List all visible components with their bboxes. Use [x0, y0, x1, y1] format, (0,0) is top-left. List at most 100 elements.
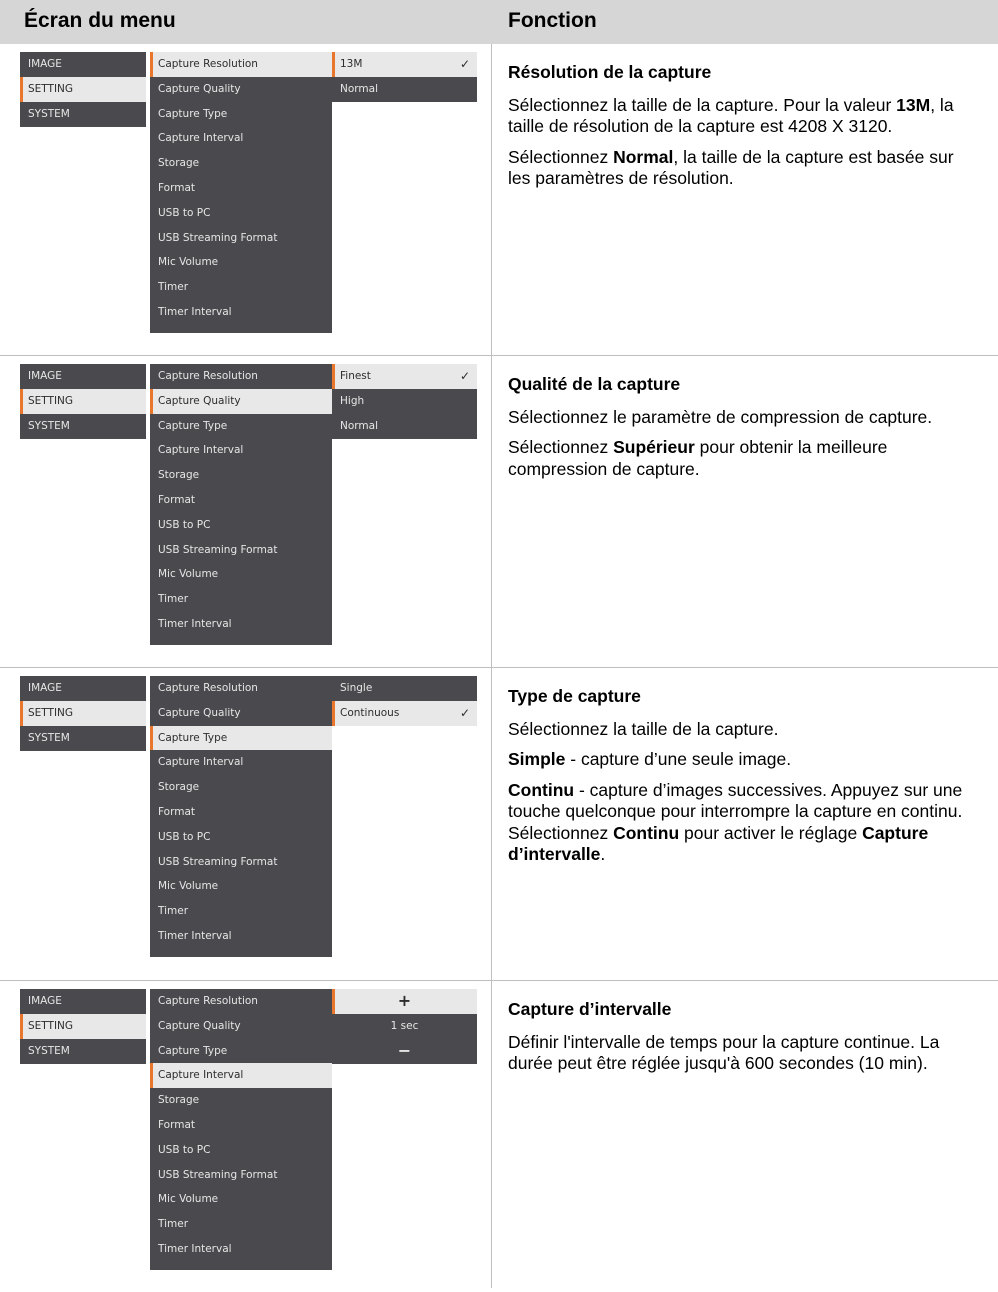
submenu-item-mic-volume[interactable]: Mic Volume [150, 1187, 332, 1212]
main-menu-item-image[interactable]: IMAGE [20, 676, 146, 701]
submenu-item-timer[interactable]: Timer [150, 899, 332, 924]
submenu-item-usb-streaming-format[interactable]: USB Streaming Format [150, 538, 332, 563]
submenu-item-capture-resolution[interactable]: Capture Resolution [150, 676, 332, 701]
options-menu: 13M ✓ Normal [332, 52, 477, 102]
function-title: Qualité de la capture [508, 374, 681, 394]
text: Sélectionnez la taille de la capture. Po… [508, 94, 897, 115]
submenu-item-capture-interval[interactable]: Capture Interval [150, 438, 332, 463]
main-menu-item-setting[interactable]: SETTING [20, 388, 146, 414]
bold-text: 13M [896, 94, 931, 115]
description-paragraph: Définir l'intervalle de temps pour la ca… [508, 1031, 940, 1074]
table-row-capture-type: IMAGE SETTING SYSTEM Capture Resolution … [0, 668, 998, 979]
increase-button[interactable]: + [332, 989, 477, 1014]
submenu-item-timer-interval[interactable]: Timer Interval [150, 612, 332, 637]
function-title: Type de capture [508, 686, 641, 706]
submenu-item-format[interactable]: Format [150, 1113, 332, 1138]
header-function: Fonction [508, 9, 597, 32]
bold-text: Continu [508, 779, 575, 800]
submenu-item-capture-quality[interactable]: Capture Quality [150, 1014, 332, 1039]
main-menu-item-setting[interactable]: SETTING [20, 1013, 146, 1039]
main-menu: IMAGE SETTING SYSTEM [20, 676, 146, 751]
description-paragraph: Sélectionnez Normal, la taille de la cap… [508, 147, 978, 190]
submenu: Capture Resolution Capture Quality Captu… [150, 52, 332, 333]
submenu-item-capture-quality[interactable]: Capture Quality [150, 388, 332, 414]
submenu-item-storage[interactable]: Storage [150, 775, 332, 800]
main-menu-item-system[interactable]: SYSTEM [20, 726, 146, 751]
submenu-item-usb-streaming-format[interactable]: USB Streaming Format [150, 1163, 332, 1188]
function-description: Résolution de la capture Sélectionnez la… [508, 62, 978, 199]
main-menu-item-image[interactable]: IMAGE [20, 989, 146, 1014]
option-13m[interactable]: 13M ✓ [332, 52, 477, 77]
submenu-item-capture-resolution[interactable]: Capture Resolution [150, 364, 332, 389]
submenu-item-storage[interactable]: Storage [150, 1088, 332, 1113]
main-menu-item-system[interactable]: SYSTEM [20, 414, 146, 439]
option-normal[interactable]: Normal [332, 77, 477, 102]
submenu-item-format[interactable]: Format [150, 488, 332, 513]
submenu-item-timer-interval[interactable]: Timer Interval [150, 300, 332, 325]
submenu: Capture Resolution Capture Quality Captu… [150, 364, 332, 645]
table-row-capture-quality: IMAGE SETTING SYSTEM Capture Resolution … [0, 356, 998, 667]
submenu-item-storage[interactable]: Storage [150, 463, 332, 488]
osd-menu-screenshot: IMAGE SETTING SYSTEM Capture Resolution … [20, 364, 477, 645]
submenu-item-capture-quality[interactable]: Capture Quality [150, 701, 332, 726]
submenu-item-timer[interactable]: Timer [150, 1212, 332, 1237]
option-finest[interactable]: Finest ✓ [332, 364, 477, 389]
option-continuous[interactable]: Continuous ✓ [332, 700, 477, 726]
submenu-item-usb-to-pc[interactable]: USB to PC [150, 201, 332, 226]
submenu-item-mic-volume[interactable]: Mic Volume [150, 250, 332, 275]
main-menu-item-system[interactable]: SYSTEM [20, 102, 146, 127]
decrease-button[interactable]: − [332, 1039, 477, 1064]
submenu-item-format[interactable]: Format [150, 800, 332, 825]
submenu-item-capture-quality[interactable]: Capture Quality [150, 77, 332, 102]
submenu-item-usb-streaming-format[interactable]: USB Streaming Format [150, 850, 332, 875]
submenu-item-timer-interval[interactable]: Timer Interval [150, 924, 332, 949]
description-paragraph: Simple - capture d’une seule image. [508, 749, 978, 771]
submenu-item-capture-interval[interactable]: Capture Interval [150, 1063, 332, 1089]
submenu-item-format[interactable]: Format [150, 176, 332, 201]
option-normal[interactable]: Normal [332, 414, 477, 439]
submenu-item-usb-to-pc[interactable]: USB to PC [150, 825, 332, 850]
text: Sélectionnez [508, 146, 614, 167]
description-paragraph: Sélectionnez la taille de la capture. Po… [508, 95, 978, 138]
submenu-item-capture-resolution[interactable]: Capture Resolution [150, 989, 332, 1014]
options-menu: Single Continuous ✓ [332, 676, 477, 726]
text: - capture d’une seule image. [565, 749, 792, 769]
option-single[interactable]: Single [332, 676, 477, 701]
main-menu-item-system[interactable]: SYSTEM [20, 1039, 146, 1064]
option-high[interactable]: High [332, 389, 477, 414]
bold-text: Normal [613, 146, 674, 167]
main-menu-item-setting[interactable]: SETTING [20, 700, 146, 726]
submenu-item-usb-streaming-format[interactable]: USB Streaming Format [150, 226, 332, 251]
interval-value: 1 sec [390, 1019, 419, 1032]
submenu-item-capture-type[interactable]: Capture Type [150, 414, 332, 439]
submenu-item-capture-resolution[interactable]: Capture Resolution [150, 52, 332, 77]
osd-menu-screenshot: IMAGE SETTING SYSTEM Capture Resolution … [20, 676, 477, 957]
submenu-item-timer-interval[interactable]: Timer Interval [150, 1237, 332, 1262]
description-paragraph: Sélectionnez la taille de la capture. [508, 718, 779, 739]
submenu-item-capture-type[interactable]: Capture Type [150, 102, 332, 127]
text: pour activer le réglage [679, 822, 863, 843]
submenu-item-capture-type[interactable]: Capture Type [150, 1039, 332, 1064]
bold-text: Continu [613, 822, 680, 843]
submenu: Capture Resolution Capture Quality Captu… [150, 989, 332, 1270]
submenu-item-capture-interval[interactable]: Capture Interval [150, 126, 332, 151]
submenu-item-storage[interactable]: Storage [150, 151, 332, 176]
bold-text: Simple [508, 749, 566, 769]
check-icon: ✓ [459, 369, 470, 383]
main-menu-item-setting[interactable]: SETTING [20, 76, 146, 102]
osd-menu-screenshot: IMAGE SETTING SYSTEM Capture Resolution … [20, 989, 477, 1270]
submenu-item-usb-to-pc[interactable]: USB to PC [150, 513, 332, 538]
main-menu-item-image[interactable]: IMAGE [20, 364, 146, 389]
submenu-item-usb-to-pc[interactable]: USB to PC [150, 1138, 332, 1163]
submenu-item-timer[interactable]: Timer [150, 587, 332, 612]
main-menu-item-image[interactable]: IMAGE [20, 52, 146, 77]
submenu-item-timer[interactable]: Timer [150, 275, 332, 300]
submenu-item-capture-type[interactable]: Capture Type [150, 725, 332, 751]
page: Écran du menu Fonction IMAGE SETTING SYS… [0, 0, 998, 1288]
option-label: 13M [340, 58, 363, 70]
submenu-item-capture-interval[interactable]: Capture Interval [150, 750, 332, 775]
submenu-item-mic-volume[interactable]: Mic Volume [150, 562, 332, 587]
osd-menu-screenshot: IMAGE SETTING SYSTEM Capture Resolution … [20, 52, 477, 333]
submenu-item-mic-volume[interactable]: Mic Volume [150, 874, 332, 899]
interval-stepper: + 1 sec − [332, 989, 477, 1064]
